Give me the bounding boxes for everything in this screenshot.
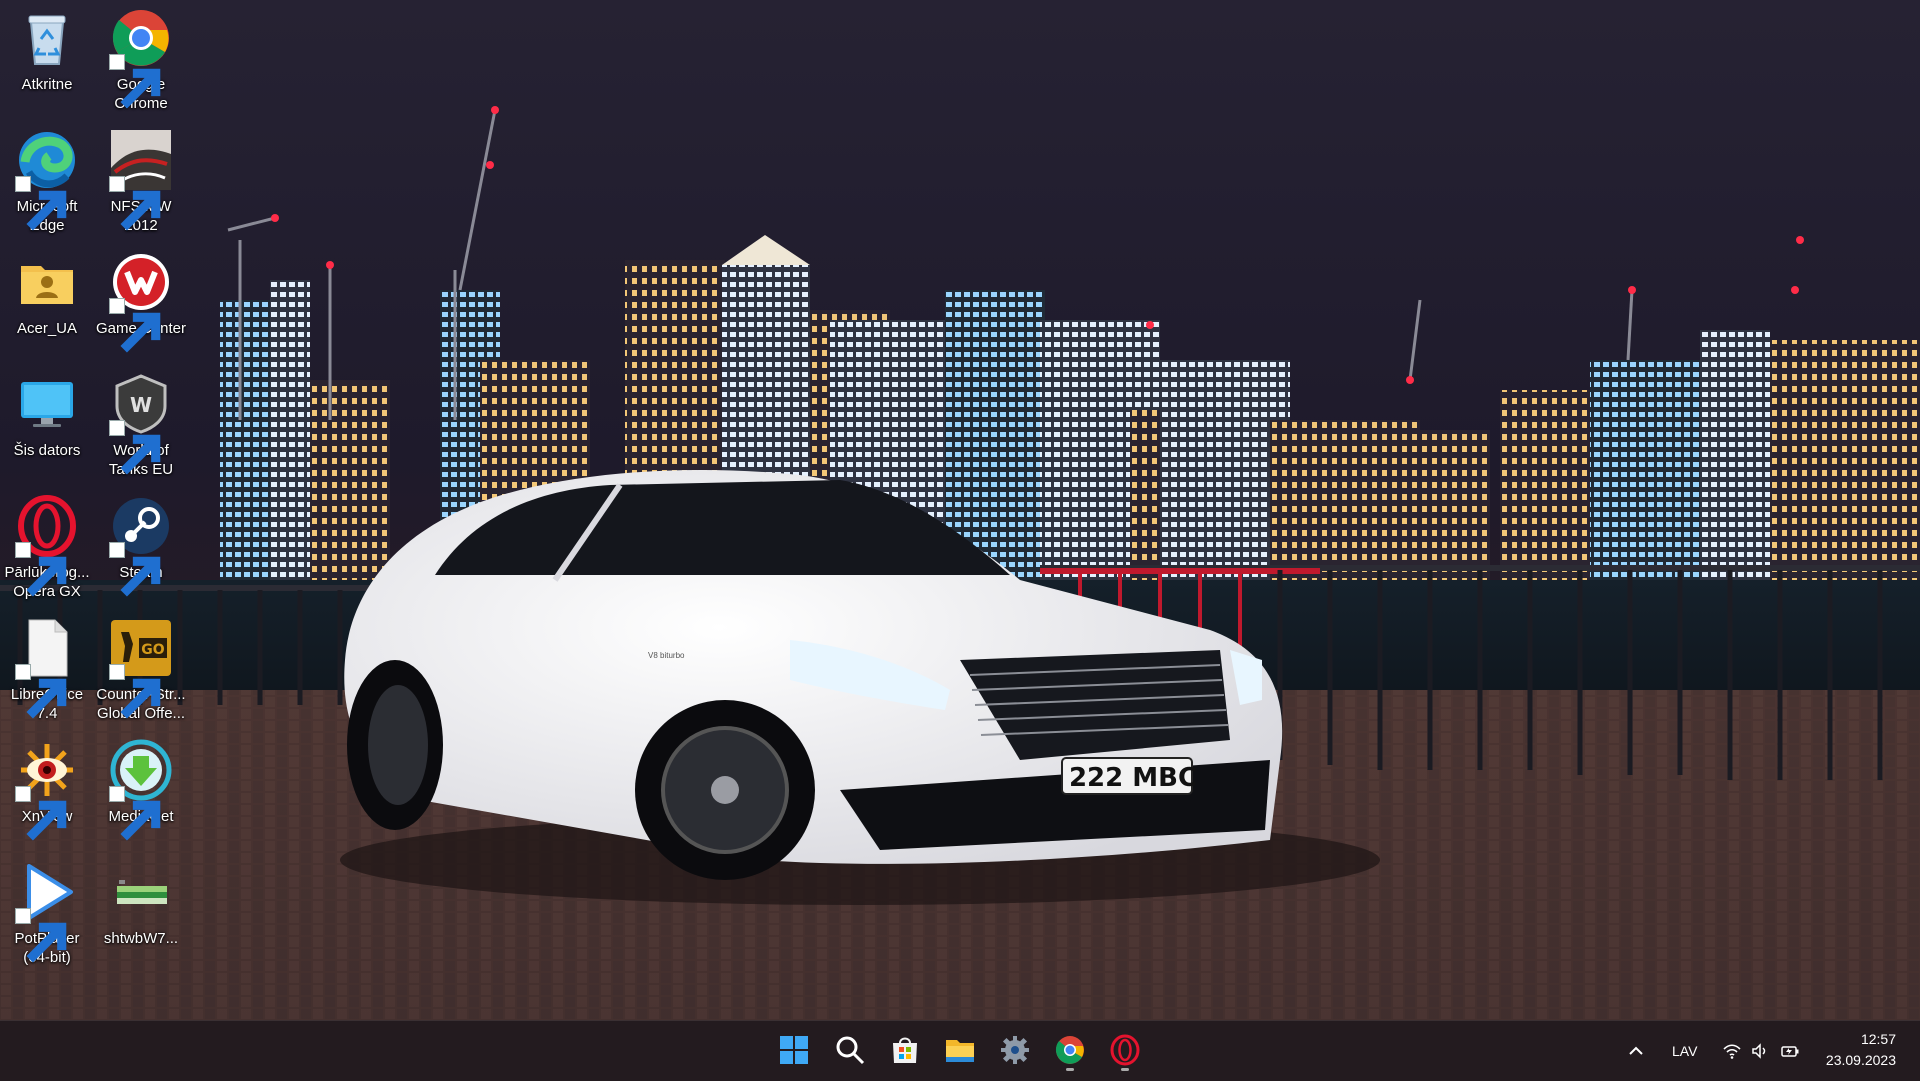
desktop-icon-label: Atkritne xyxy=(21,76,73,93)
taskbar-microsoft-store[interactable] xyxy=(883,1028,927,1072)
taskbar-search-button[interactable] xyxy=(828,1028,872,1072)
battery-charging-icon xyxy=(1781,1046,1799,1057)
desktop-icon-steam[interactable]: Steam xyxy=(94,488,188,608)
svg-text:GO: GO xyxy=(141,642,164,658)
running-indicator xyxy=(1121,1068,1129,1071)
desktop-icon-potplayer[interactable]: PotPlayer (64-bit) xyxy=(0,854,94,974)
shortcut-arrow-icon xyxy=(109,298,161,353)
speaker-icon xyxy=(1752,1043,1766,1059)
taskbar-google-chrome[interactable] xyxy=(1048,1028,1092,1072)
user-folder-icon xyxy=(21,266,73,304)
shortcut-arrow-icon xyxy=(109,420,161,475)
desktop-icon-this-pc[interactable]: Šis dators xyxy=(0,366,94,486)
microsoft-store-icon xyxy=(893,1037,917,1063)
svg-text:W: W xyxy=(130,393,152,417)
file-explorer-icon xyxy=(946,1040,974,1062)
shortcut-arrow-icon xyxy=(15,542,67,597)
file-icon xyxy=(117,880,167,904)
shortcut-arrow-icon xyxy=(109,176,161,231)
shortcut-arrow-icon xyxy=(109,664,161,719)
running-indicator xyxy=(1066,1068,1074,1071)
taskbar-file-explorer[interactable] xyxy=(938,1028,982,1072)
desktop-icon-label: Acer_UA xyxy=(16,320,78,337)
taskbar: LAV 12:57 23.09.2023 xyxy=(0,1020,1920,1081)
opera-gx-icon xyxy=(1110,1034,1140,1066)
wifi-icon xyxy=(1723,1044,1741,1059)
desktop-icon-world-of-tanks[interactable]: W World of Tanks EU xyxy=(94,366,188,486)
desktop-icon-recycle-bin[interactable]: Atkritne xyxy=(0,0,94,120)
clock-button[interactable]: 12:57 23.09.2023 xyxy=(1826,1029,1896,1071)
desktop-icon-label: shtwbW7... xyxy=(103,930,179,947)
desktop-icon-microsoft-edge[interactable]: Microsoft Edge xyxy=(0,122,94,242)
shortcut-arrow-icon xyxy=(109,54,161,109)
desktop-icon-libreoffice[interactable]: LibreOffice 7.4 xyxy=(0,610,94,730)
desktop-icon-google-chrome[interactable]: Google Chrome xyxy=(94,0,188,120)
desktop-icon-nfs-mw-2012[interactable]: NFS MW 2012 xyxy=(94,122,188,242)
language-indicator[interactable]: LAV xyxy=(1672,1021,1697,1081)
desktop-icon-shtwbw7-file[interactable]: shtwbW7... xyxy=(94,854,188,974)
shortcut-arrow-icon xyxy=(15,786,67,841)
network-button[interactable] xyxy=(1722,1021,1742,1081)
desktop-icon-opera-gx[interactable]: Pārlūkprog... Opera GX xyxy=(0,488,94,608)
volume-button[interactable] xyxy=(1750,1021,1770,1081)
clock-date: 23.09.2023 xyxy=(1825,1052,1896,1068)
chevron-up-icon xyxy=(1629,1046,1643,1055)
desktop-icon-label: Šis dators xyxy=(13,442,81,459)
recycle-bin-icon xyxy=(28,15,66,65)
shortcut-arrow-icon xyxy=(109,786,161,841)
search-icon xyxy=(836,1036,865,1065)
clock-time: 12:57 xyxy=(1860,1031,1896,1047)
taskbar-settings[interactable] xyxy=(993,1028,1037,1072)
shortcut-arrow-icon xyxy=(15,176,67,231)
show-hidden-icons-button[interactable] xyxy=(1626,1021,1646,1081)
desktop-icon-csgo[interactable]: GO Counter-Str... Global Offe... xyxy=(94,610,188,730)
desktop: Atkritne Microsoft Edge Acer_UA Šis dato… xyxy=(0,0,1920,1020)
taskbar-opera-gx[interactable] xyxy=(1103,1028,1147,1072)
settings-icon xyxy=(1001,1036,1029,1064)
this-pc-icon xyxy=(21,382,73,427)
shortcut-arrow-icon xyxy=(15,664,67,719)
shortcut-arrow-icon xyxy=(109,542,161,597)
desktop-icon-acer-ua[interactable]: Acer_UA xyxy=(0,244,94,364)
battery-button[interactable] xyxy=(1780,1021,1800,1081)
start-icon xyxy=(780,1036,808,1064)
chrome-icon xyxy=(1055,1036,1084,1064)
desktop-icon-mediaget[interactable]: MediaGet xyxy=(94,732,188,852)
desktop-icon-xnview[interactable]: XnView xyxy=(0,732,94,852)
desktop-icon-game-center[interactable]: Game Center xyxy=(94,244,188,364)
taskbar-start-button[interactable] xyxy=(772,1028,816,1072)
shortcut-arrow-icon xyxy=(15,908,67,963)
